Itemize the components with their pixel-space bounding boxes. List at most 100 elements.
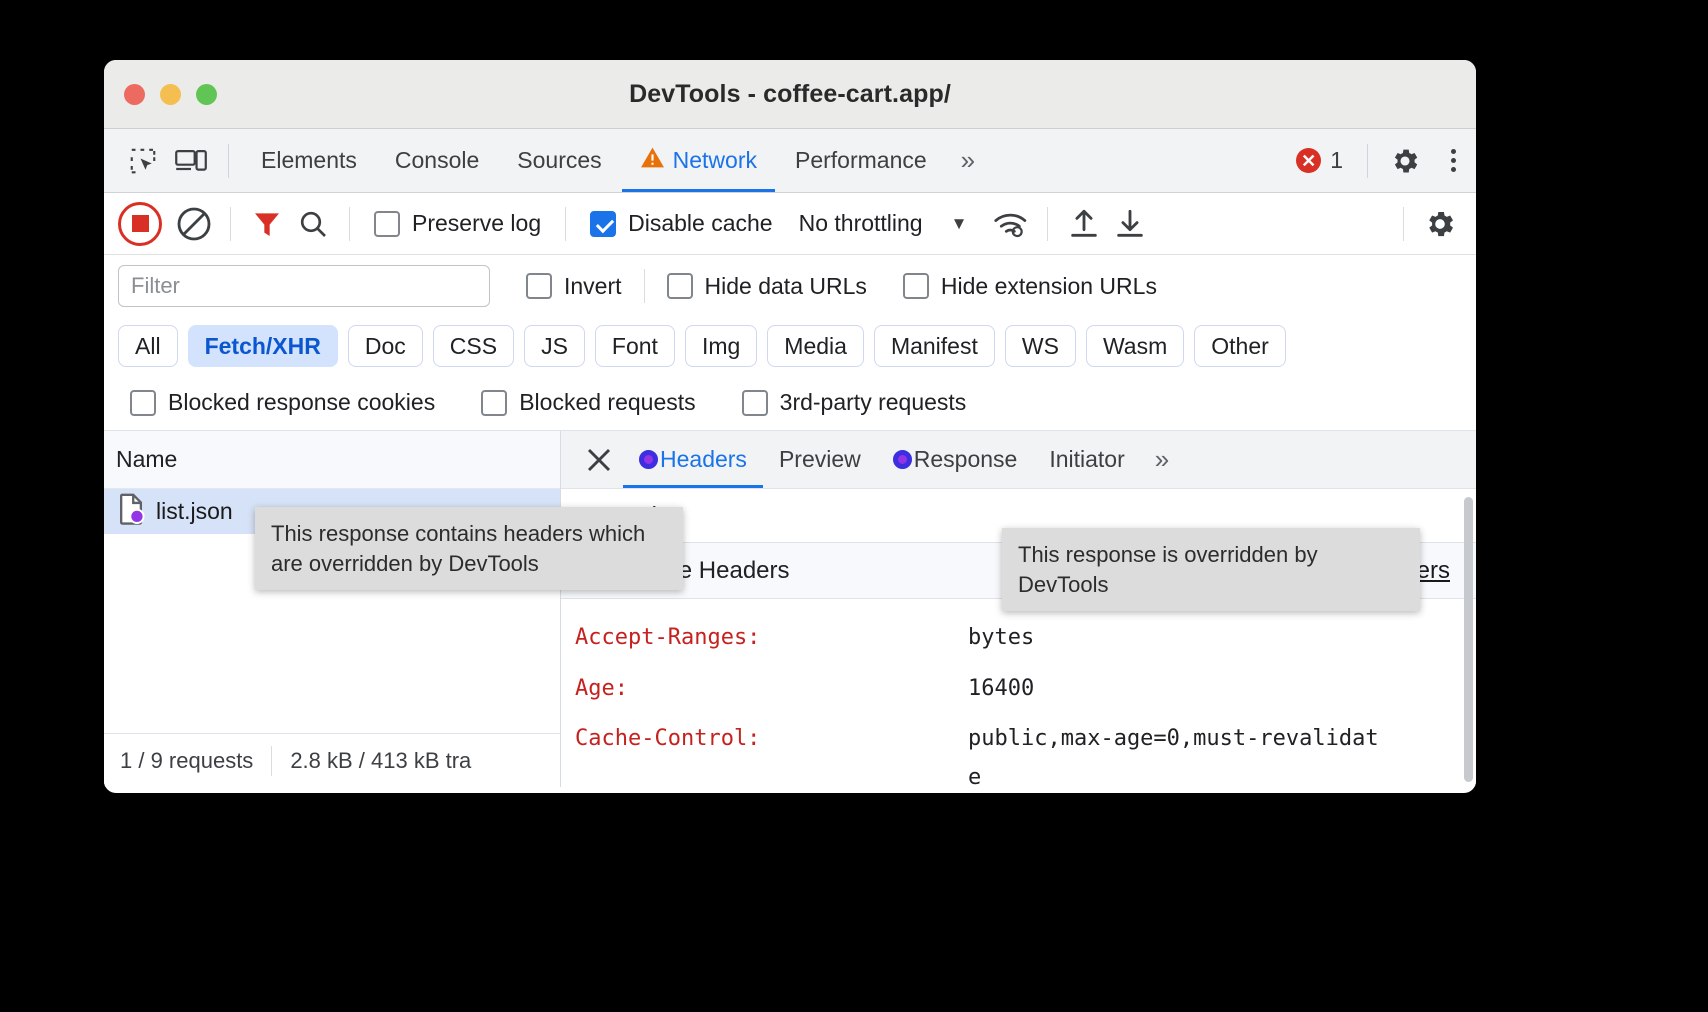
filter-divider: [644, 269, 645, 303]
toolbar-divider-d: [1047, 207, 1048, 241]
header-value[interactable]: public,max-age=0,must-revalidate: [968, 720, 1388, 787]
tooltip-response-overridden: This response is overridden by DevTools: [1002, 528, 1420, 611]
tab-preview[interactable]: Preview: [763, 431, 877, 488]
window-titlebar: DevTools - coffee-cart.app/: [104, 60, 1476, 129]
toolbar-divider: [228, 144, 229, 178]
devtools-main-tabbar: Elements Console Sources Network: [104, 129, 1476, 193]
funnel-icon[interactable]: [245, 202, 289, 246]
column-header-name: Name: [116, 446, 177, 473]
blocked-requests-control[interactable]: Blocked requests: [445, 389, 705, 416]
tab-console[interactable]: Console: [377, 129, 497, 192]
hide-extension-urls-control[interactable]: Hide extension URLs: [877, 273, 1167, 300]
hide-data-urls-control[interactable]: Hide data URLs: [657, 273, 877, 300]
chip-fetch-xhr[interactable]: Fetch/XHR: [188, 325, 338, 367]
chip-wasm[interactable]: Wasm: [1086, 325, 1184, 367]
chip-other[interactable]: Other: [1194, 325, 1286, 367]
chip-img[interactable]: Img: [685, 325, 757, 367]
toolbar-divider-b: [349, 207, 350, 241]
request-list-header: Name: [104, 431, 560, 489]
tab-network[interactable]: Network: [622, 129, 775, 192]
json-document-overridden-icon: [118, 493, 146, 530]
preserve-log-label: Preserve log: [412, 210, 541, 237]
disable-cache-checkbox[interactable]: [590, 211, 616, 237]
disable-cache-control[interactable]: Disable cache: [580, 210, 782, 237]
chip-js[interactable]: JS: [524, 325, 585, 367]
toolbar-divider-a: [230, 207, 231, 241]
clear-button[interactable]: [172, 202, 216, 246]
blocked-filters-row: Blocked response cookies Blocked request…: [104, 375, 1476, 431]
requests-count: 1 / 9 requests: [120, 748, 253, 774]
request-detail-tabbar: Headers Preview Response Initiator »: [561, 431, 1476, 489]
filter-input[interactable]: [118, 265, 490, 307]
wifi-settings-icon[interactable]: [989, 202, 1033, 246]
chip-img-label: Img: [702, 333, 740, 360]
inspect-element-icon[interactable]: [120, 138, 166, 184]
window-title: DevTools - coffee-cart.app/: [104, 80, 1476, 109]
chip-wasm-label: Wasm: [1103, 333, 1167, 360]
chip-ws[interactable]: WS: [1005, 325, 1076, 367]
header-name: Cache-Control:: [575, 720, 968, 759]
tab-sources[interactable]: Sources: [499, 129, 619, 192]
invert-checkbox[interactable]: [526, 273, 552, 299]
request-name: list.json: [156, 498, 233, 525]
chip-css-label: CSS: [450, 333, 497, 360]
preserve-log-control[interactable]: Preserve log: [364, 210, 551, 237]
hide-data-urls-checkbox[interactable]: [667, 273, 693, 299]
tab-response[interactable]: Response: [877, 431, 1034, 488]
tab-performance[interactable]: Performance: [777, 129, 945, 192]
header-value[interactable]: 16400: [968, 670, 1034, 709]
header-name: Age:: [575, 670, 968, 709]
record-button[interactable]: [118, 202, 162, 246]
response-headers-list: Accept-Ranges: bytes Age: 16400 Cache-Co…: [561, 599, 1476, 787]
tab-headers[interactable]: Headers: [623, 431, 763, 488]
chip-media[interactable]: Media: [767, 325, 864, 367]
error-x-icon: ✕: [1296, 148, 1321, 173]
third-party-requests-checkbox[interactable]: [742, 390, 768, 416]
device-toolbar-icon[interactable]: [168, 138, 214, 184]
status-divider: [271, 746, 272, 776]
third-party-requests-control[interactable]: 3rd-party requests: [706, 389, 977, 416]
blocked-response-cookies-control[interactable]: Blocked response cookies: [120, 389, 445, 416]
upload-har-icon[interactable]: [1062, 202, 1106, 246]
devtools-window: DevTools - coffee-cart.app/ Elements: [104, 60, 1476, 793]
blocked-requests-checkbox[interactable]: [481, 390, 507, 416]
chip-js-label: JS: [541, 333, 568, 360]
download-har-icon[interactable]: [1108, 202, 1152, 246]
kebab-menu-icon[interactable]: [1430, 138, 1476, 184]
disable-cache-label: Disable cache: [628, 210, 772, 237]
tab-response-label: Response: [914, 446, 1018, 473]
tab-initiator[interactable]: Initiator: [1033, 431, 1140, 488]
close-icon[interactable]: [575, 436, 623, 484]
preserve-log-checkbox[interactable]: [374, 211, 400, 237]
network-settings-gear-icon[interactable]: [1418, 202, 1462, 246]
transferred-size: 2.8 kB / 413 kB tra: [290, 748, 471, 774]
chip-css[interactable]: CSS: [433, 325, 514, 367]
override-indicator-dot-headers: [639, 450, 658, 469]
tab-elements[interactable]: Elements: [243, 129, 375, 192]
chip-manifest[interactable]: Manifest: [874, 325, 995, 367]
chip-font[interactable]: Font: [595, 325, 675, 367]
third-party-requests-label: 3rd-party requests: [780, 389, 967, 416]
tab-headers-label: Headers: [660, 446, 747, 473]
error-counter[interactable]: ✕ 1: [1286, 147, 1353, 174]
tab-network-label: Network: [673, 147, 757, 174]
blocked-response-cookies-checkbox[interactable]: [130, 390, 156, 416]
header-value[interactable]: bytes: [968, 619, 1034, 658]
chip-doc-label: Doc: [365, 333, 406, 360]
gear-icon[interactable]: [1382, 138, 1428, 184]
header-row: Age: 16400: [561, 664, 1476, 715]
throttling-select-value[interactable]: No throttling: [785, 210, 923, 237]
vertical-scrollbar[interactable]: [1464, 497, 1473, 782]
more-tabs-chevron-icon[interactable]: »: [947, 145, 987, 176]
invert-control[interactable]: Invert: [490, 273, 632, 300]
more-detail-tabs-chevron-icon[interactable]: »: [1141, 444, 1181, 475]
hide-extension-urls-checkbox[interactable]: [903, 273, 929, 299]
chip-other-label: Other: [1211, 333, 1269, 360]
search-icon[interactable]: [291, 202, 335, 246]
warning-triangle-icon: [640, 146, 665, 175]
chevron-down-icon[interactable]: ▼: [925, 214, 988, 234]
chip-all[interactable]: All: [118, 325, 178, 367]
tab-preview-label: Preview: [779, 446, 861, 473]
chip-doc[interactable]: Doc: [348, 325, 423, 367]
tab-initiator-label: Initiator: [1049, 446, 1124, 473]
